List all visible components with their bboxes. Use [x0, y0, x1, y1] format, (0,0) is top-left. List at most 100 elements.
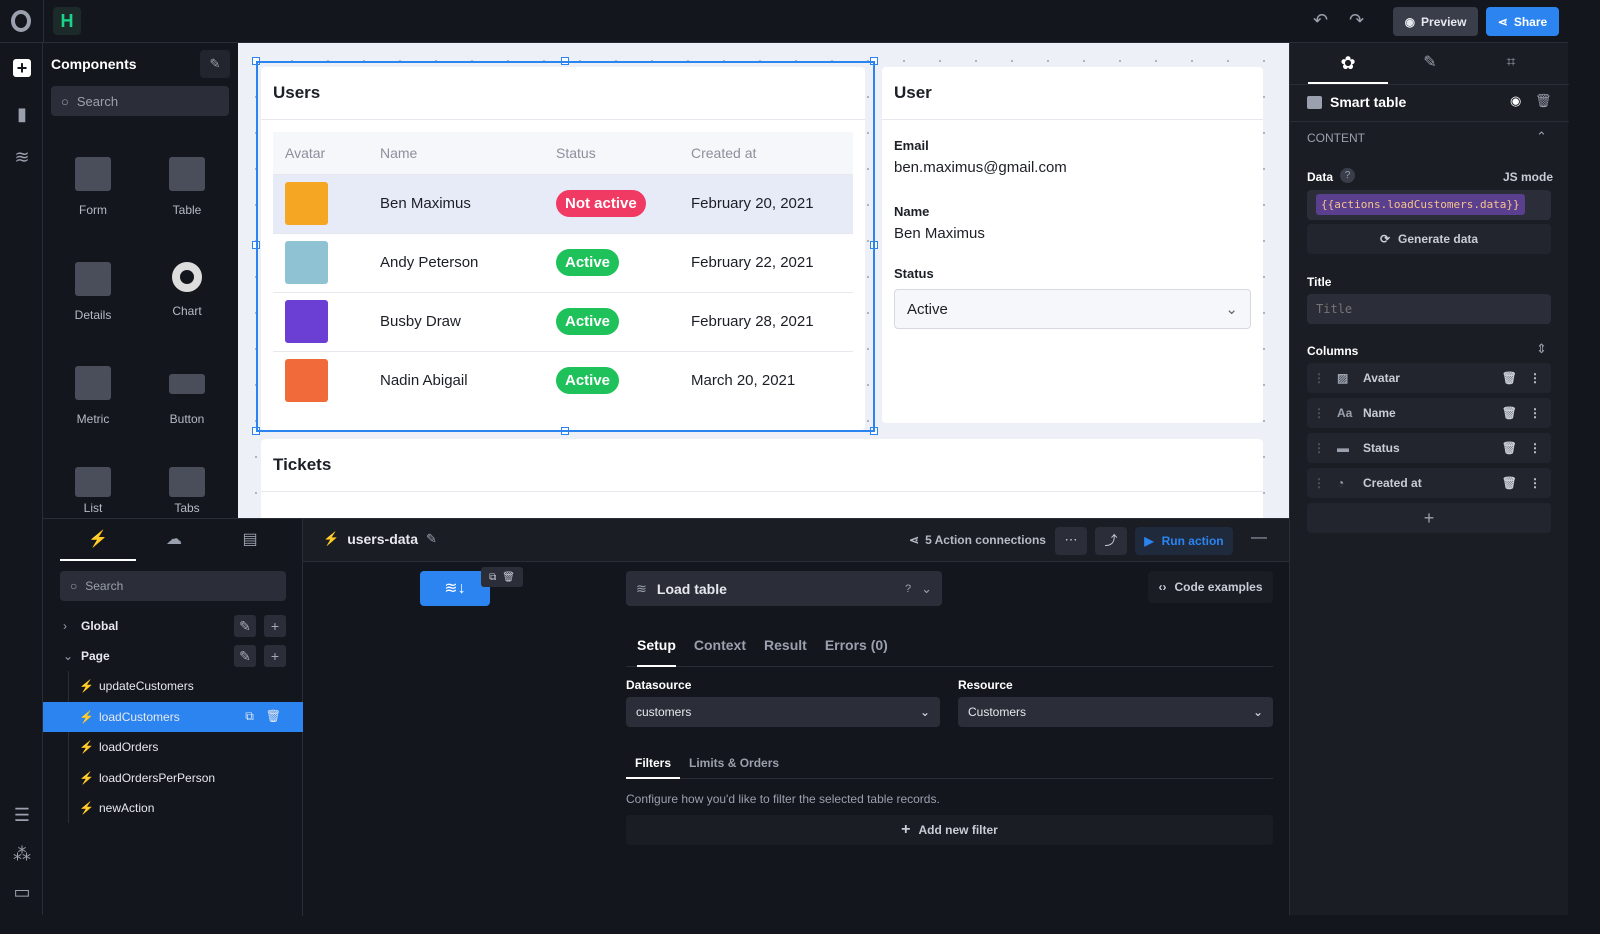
more-button[interactable]: ⋯	[1055, 527, 1087, 555]
data-input[interactable]: {{actions.loadCustomers.data}}	[1307, 190, 1551, 220]
add-filter-button[interactable]: + Add new filter	[626, 815, 1273, 845]
tab-actions[interactable]: ⚡	[60, 519, 136, 561]
add-column-button[interactable]: +	[1307, 503, 1551, 533]
tile-label: Button	[169, 412, 205, 426]
tab-cloud[interactable]: ☁	[136, 519, 212, 561]
trash-icon[interactable]: 🗑	[502, 572, 515, 583]
action-connections[interactable]: ⋖ 5 Action connections	[909, 533, 1046, 547]
drag-handle-icon[interactable]: ⋮	[1313, 371, 1325, 385]
more-vertical-icon[interactable]: ⋮	[1529, 371, 1541, 385]
search-placeholder: Search	[85, 579, 124, 593]
code-examples-button[interactable]: ‹› Code examples	[1148, 571, 1273, 603]
redo-icon[interactable]: ↷	[1349, 10, 1364, 31]
column-label: Status	[1363, 441, 1400, 455]
visibility-icon[interactable]: ◉	[1510, 93, 1521, 109]
sort-icon[interactable]: ⇕	[1536, 341, 1547, 357]
status-select[interactable]: Active ⌄	[894, 289, 1251, 329]
copy-icon[interactable]: ⧉	[245, 709, 254, 724]
trash-icon[interactable]: 🗑	[1502, 371, 1517, 385]
title-input[interactable]	[1307, 294, 1551, 324]
column-row[interactable]: ⋮ Aa Name 🗑 ⋮	[1307, 398, 1551, 428]
share-button[interactable]: ⋖ Share	[1486, 7, 1559, 36]
add-icon[interactable]: +	[264, 645, 286, 667]
trash-icon[interactable]: 🗑	[1502, 476, 1517, 490]
title-label: Title	[1307, 275, 1332, 289]
trash-icon[interactable]: 🗑	[1502, 406, 1517, 420]
lightning-icon: ⚡	[323, 531, 340, 546]
help-icon[interactable]: ?	[1340, 168, 1355, 183]
action-item[interactable]: ⚡ loadCustomers ⧉ 🗑	[43, 701, 303, 732]
group-page[interactable]: ⌄ Page ✎ +	[43, 641, 303, 671]
edit-pencil-icon[interactable]: ✎	[426, 531, 437, 547]
app-icon[interactable]: H	[53, 7, 81, 35]
minimize-icon[interactable]: —	[1251, 529, 1267, 547]
column-row[interactable]: ⋮ ▨ Avatar 🗑 ⋮	[1307, 363, 1551, 393]
tab-docs[interactable]: ▤	[212, 519, 288, 561]
tab-connections[interactable]: ⌗	[1471, 43, 1551, 84]
preview-button[interactable]: ◉ Preview	[1393, 7, 1478, 36]
column-row[interactable]: ⋮ ◔ Created at 🗑 ⋮	[1307, 468, 1551, 498]
help-icon[interactable]: ?	[905, 583, 911, 595]
component-table[interactable]: Table	[142, 157, 232, 217]
component-form[interactable]: Form	[48, 157, 138, 217]
resource-select[interactable]: Customers ⌄	[958, 697, 1273, 727]
component-details[interactable]: Details	[48, 262, 138, 322]
tab-filters[interactable]: Filters	[626, 751, 681, 779]
export-button[interactable]: ⤴	[1095, 527, 1127, 555]
action-item[interactable]: ⚡ loadOrdersPerPerson	[43, 763, 303, 793]
trash-icon[interactable]: 🗑	[266, 709, 281, 724]
generate-data-button[interactable]: ⟳ Generate data	[1307, 224, 1551, 254]
run-action-button[interactable]: ▶ Run action	[1135, 527, 1233, 555]
tab-setup[interactable]: Setup	[637, 629, 676, 667]
hierarchy-icon[interactable]: ⁂	[11, 843, 33, 865]
action-type-select[interactable]: ≋ Load table? ⌄	[626, 571, 942, 606]
collapse-icon[interactable]: ⌃	[1536, 129, 1547, 145]
drag-handle-icon[interactable]: ⋮	[1313, 476, 1325, 490]
more-vertical-icon[interactable]: ⋮	[1529, 406, 1541, 420]
action-item[interactable]: ⚡ updateCustomers	[43, 671, 303, 701]
database-icon[interactable]: ≋	[11, 146, 33, 168]
action-label: newAction	[99, 801, 155, 815]
undo-icon[interactable]: ↶	[1313, 10, 1328, 31]
datasource-select[interactable]: customers ⌄	[626, 697, 940, 727]
components-search[interactable]: ○ Search	[51, 86, 229, 116]
trash-icon[interactable]: 🗑	[1502, 441, 1517, 455]
copy-icon[interactable]: ⧉	[489, 572, 496, 583]
delete-icon[interactable]: 🗑	[1535, 93, 1552, 109]
component-button[interactable]: Button	[142, 366, 232, 426]
tile-label: Chart	[172, 304, 202, 318]
drag-handle-icon[interactable]: ⋮	[1313, 406, 1325, 420]
book-icon[interactable]: ▭	[11, 881, 33, 903]
action-node[interactable]: ≋↓	[420, 571, 490, 606]
settings-sliders-icon[interactable]: ☰	[11, 804, 33, 826]
component-list[interactable]: List	[48, 467, 138, 515]
action-item[interactable]: ⚡ loadOrders	[43, 732, 303, 762]
user-card[interactable]: User Email ben.maximus@gmail.com Name Be…	[882, 67, 1263, 423]
component-tabs[interactable]: Tabs	[142, 467, 232, 515]
tab-context[interactable]: Context	[694, 637, 746, 653]
add-icon[interactable]: +	[264, 615, 286, 637]
group-global[interactable]: › Global ✎ +	[43, 611, 303, 641]
add-file-icon[interactable]: ✎	[234, 615, 256, 637]
component-metric[interactable]: Metric	[48, 366, 138, 426]
add-file-icon[interactable]: ✎	[234, 645, 256, 667]
drag-handle-icon[interactable]: ⋮	[1313, 441, 1325, 455]
page-icon[interactable]: ▮	[11, 103, 33, 125]
tab-result[interactable]: Result	[764, 637, 807, 653]
tickets-card[interactable]: Tickets	[261, 439, 1263, 518]
more-vertical-icon[interactable]: ⋮	[1529, 476, 1541, 490]
add-component-icon[interactable]: +	[13, 59, 31, 77]
js-mode-toggle[interactable]: JS mode	[1503, 170, 1553, 184]
action-item[interactable]: ⚡ newAction	[43, 793, 303, 823]
component-chart[interactable]: Chart	[142, 262, 232, 318]
column-row[interactable]: ⋮ ▬ Status 🗑 ⋮	[1307, 433, 1551, 463]
tab-style[interactable]: ✎	[1390, 43, 1470, 84]
more-vertical-icon[interactable]: ⋮	[1529, 441, 1541, 455]
tab-errors[interactable]: Errors (0)	[825, 637, 888, 653]
tab-limits-orders[interactable]: Limits & Orders	[689, 756, 779, 770]
pin-button[interactable]: ✎	[200, 50, 230, 78]
tab-settings[interactable]: ✿	[1308, 43, 1388, 84]
filter-hint: Configure how you'd like to filter the s…	[626, 792, 940, 806]
actions-search[interactable]: ○ Search	[60, 571, 286, 601]
action-label: loadCustomers	[99, 709, 180, 724]
